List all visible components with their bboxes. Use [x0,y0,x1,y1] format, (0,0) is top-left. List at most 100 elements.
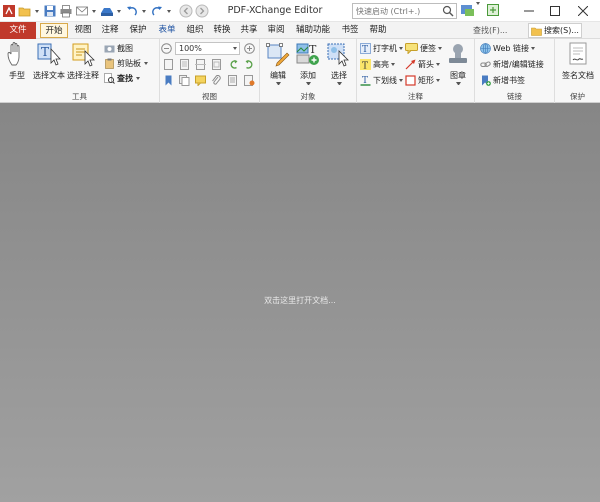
undo-icon[interactable] [125,4,139,18]
rotate-right-icon[interactable] [244,59,255,70]
bookmark-panel-icon[interactable] [163,75,174,86]
fullscreen-icon[interactable] [486,3,500,17]
close-button[interactable] [569,0,597,22]
highlight-button[interactable]: T 高亮 [360,58,395,72]
stamp-dropdown-icon[interactable] [455,82,461,85]
rectangle-dropdown-icon[interactable] [436,79,440,82]
underline-dropdown-icon[interactable] [399,79,403,82]
tab-forms[interactable]: 表单 [154,23,180,38]
edit-label: 编辑 [270,71,286,80]
quick-launch-input[interactable] [353,4,437,18]
note-button[interactable]: 便签 [405,42,442,55]
tab-home[interactable]: 开始 [40,23,68,38]
highlight-dropdown-icon[interactable] [391,63,395,66]
find-label: 查找(F)... [473,26,508,35]
edit-button[interactable]: 编辑 [262,41,294,85]
scan-icon[interactable] [100,4,114,18]
add-edit-link-button[interactable]: 新增/编辑链接 [480,58,544,71]
typewriter-dropdown-icon[interactable] [399,47,403,50]
typewriter-button[interactable]: T 打字机 [360,42,403,55]
stamp-button[interactable]: 图章 [442,41,474,85]
tab-comment[interactable]: 注释 [98,23,122,38]
fit-page-icon[interactable] [179,59,190,70]
options-icon[interactable] [460,3,476,17]
minimize-button[interactable] [515,0,543,22]
pages-panel-icon[interactable] [179,75,190,86]
zoom-out-icon[interactable] [161,43,172,54]
open-dropdown-icon[interactable] [34,4,40,18]
email-icon[interactable] [75,4,89,18]
add-dropdown-icon[interactable] [305,82,311,85]
tab-convert[interactable]: 转换 [210,23,234,38]
ribbon-group-protect: 签名文档 保护 [555,39,600,103]
actual-size-icon[interactable] [163,59,174,70]
arrow-dropdown-icon[interactable] [436,63,440,66]
save-icon[interactable] [43,4,57,18]
layers-panel-icon[interactable] [228,75,239,86]
tab-review[interactable]: 审阅 [264,23,288,38]
scan-dropdown-icon[interactable] [116,4,122,18]
rectangle-button[interactable]: 矩形 [405,74,440,87]
ribbon-group-links: Web 链接 新增/编辑链接 新增书签 链接 [475,39,555,103]
find-dropdown-icon[interactable] [136,77,140,80]
print-icon[interactable] [59,4,73,18]
ribbon-group-comment: T 打字机 便签 T 高亮 箭头 T 下划线 矩形 图章 注释 [357,39,475,103]
undo-dropdown-icon[interactable] [141,4,147,18]
tab-accessibility[interactable]: 辅助功能 [292,23,334,38]
find-button[interactable]: 查找(F)... [473,24,507,37]
clipboard-dropdown-icon[interactable] [144,62,148,65]
find-tool-button[interactable]: 查找 [104,72,140,85]
snapshot-button[interactable]: 截图 [104,42,133,55]
edit-object-icon [265,41,291,67]
zoom-level-select[interactable]: 100% [175,42,240,55]
tab-protect[interactable]: 保护 [126,23,150,38]
tab-organize[interactable]: 组织 [183,23,207,38]
app-logo-icon[interactable] [2,4,16,18]
sign-document-icon [565,41,591,67]
search-label: 搜索(S)... [544,26,579,35]
email-dropdown-icon[interactable] [91,4,97,18]
rotate-left-icon[interactable] [228,59,239,70]
select-object-button[interactable]: 选择 [323,41,355,85]
maximize-button[interactable] [541,0,569,22]
tab-bookmarks[interactable]: 书签 [338,23,362,38]
attachments-panel-icon[interactable] [211,74,222,86]
svg-text:T: T [362,45,368,54]
tab-help[interactable]: 帮助 [366,23,390,38]
select-text-label: 选择文本 [33,71,65,80]
edit-dropdown-icon[interactable] [275,82,281,85]
hand-tool-button[interactable]: 手型 [0,41,34,81]
quick-launch-search[interactable] [352,3,457,19]
web-links-dropdown-icon[interactable] [530,47,535,50]
redo-dropdown-icon[interactable] [166,4,172,18]
document-area[interactable]: 双击这里打开文档... [0,103,600,502]
search-icon[interactable] [442,5,454,17]
add-bookmark-button[interactable]: 新增书签 [480,74,525,87]
tab-view[interactable]: 视图 [71,23,95,38]
select-comment-button[interactable]: 选择注释 [66,41,100,81]
select-text-icon: T [36,41,62,67]
arrow-button[interactable]: 箭头 [405,58,440,71]
open-folder-icon[interactable] [18,4,32,18]
add-button[interactable]: T 添加 [292,41,324,85]
search-button[interactable]: 搜索(S)... [528,23,582,38]
properties-panel-icon[interactable] [244,75,255,86]
underline-button[interactable]: T 下划线 [360,74,403,87]
tab-share[interactable]: 共享 [237,23,261,38]
options-dropdown-icon[interactable] [476,2,480,15]
redo-icon[interactable] [150,4,164,18]
comments-panel-icon[interactable] [195,75,206,87]
select-dropdown-icon[interactable] [336,82,342,85]
zoom-in-icon[interactable] [244,43,255,54]
sign-document-button[interactable]: 签名文档 [558,41,598,81]
find-icon [104,73,115,84]
select-text-button[interactable]: T 选择文本 [32,41,66,81]
zoom-dropdown-icon[interactable] [233,47,237,50]
open-document-hint[interactable]: 双击这里打开文档... [0,295,600,306]
clipboard-button[interactable]: 剪贴板 [104,57,148,70]
tab-file[interactable]: 文件 [0,22,36,39]
web-links-button[interactable]: Web 链接 [480,42,535,55]
back-icon[interactable] [179,4,193,18]
fit-width-icon[interactable] [195,59,206,70]
fit-visible-icon[interactable] [211,59,222,70]
